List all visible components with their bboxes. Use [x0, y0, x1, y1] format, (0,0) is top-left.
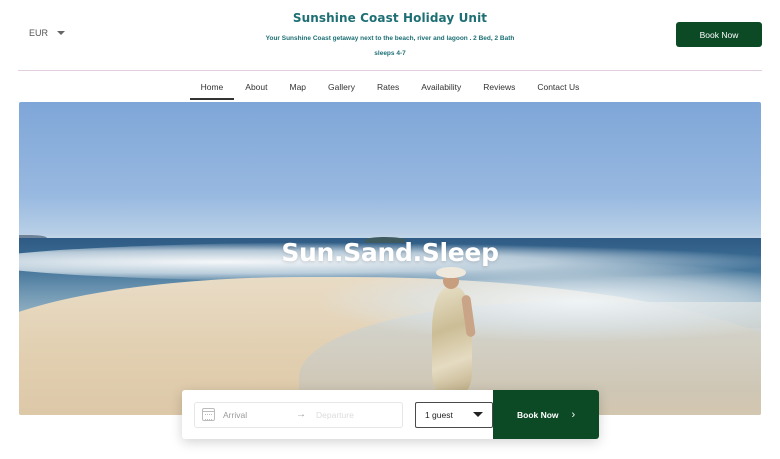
nav-item-about[interactable]: About	[234, 78, 278, 100]
hero-banner: Sun.Sand.Sleep	[19, 102, 761, 415]
nav-item-gallery[interactable]: Gallery	[317, 78, 366, 100]
hero-title: Sun.Sand.Sleep	[281, 238, 499, 267]
nav-item-contact-us[interactable]: Contact Us	[526, 78, 590, 100]
nav-item-rates[interactable]: Rates	[366, 78, 410, 100]
currency-label: EUR	[29, 28, 49, 38]
chevron-right-icon: ›	[571, 408, 576, 421]
book-now-header-button[interactable]: Book Now	[676, 22, 762, 47]
date-range-picker[interactable]: Arrival → Departure	[194, 401, 403, 428]
site-brand: Sunshine Coast Holiday Unit Your Sunshin…	[240, 11, 540, 61]
site-title: Sunshine Coast Holiday Unit	[292, 11, 488, 25]
site-tagline: Your Sunshine Coast getaway next to the …	[265, 35, 515, 57]
arrival-field[interactable]: Arrival	[223, 410, 293, 420]
guests-value: 1 guest	[424, 409, 453, 420]
nav-item-reviews[interactable]: Reviews	[472, 78, 526, 100]
departure-field[interactable]: Departure	[316, 410, 354, 420]
booking-bar: Arrival → Departure 1 guest Book Now ›	[182, 390, 599, 439]
guests-select[interactable]: 1 guest	[414, 401, 494, 428]
chevron-down-icon	[57, 31, 66, 35]
nav-item-map[interactable]: Map	[279, 78, 318, 100]
header-divider	[18, 70, 762, 71]
nav-item-home[interactable]: Home	[189, 78, 235, 100]
book-now-label: Book Now	[516, 409, 559, 420]
book-now-button[interactable]: Book Now ›	[493, 390, 599, 439]
currency-selector[interactable]: EUR	[29, 28, 66, 38]
chevron-down-icon	[473, 412, 484, 417]
nav-item-availability[interactable]: Availability	[410, 78, 472, 100]
arrow-right-icon: →	[296, 409, 306, 420]
main-nav: Home About Map Gallery Rates Availabilit…	[0, 78, 780, 100]
calendar-icon	[202, 408, 215, 421]
